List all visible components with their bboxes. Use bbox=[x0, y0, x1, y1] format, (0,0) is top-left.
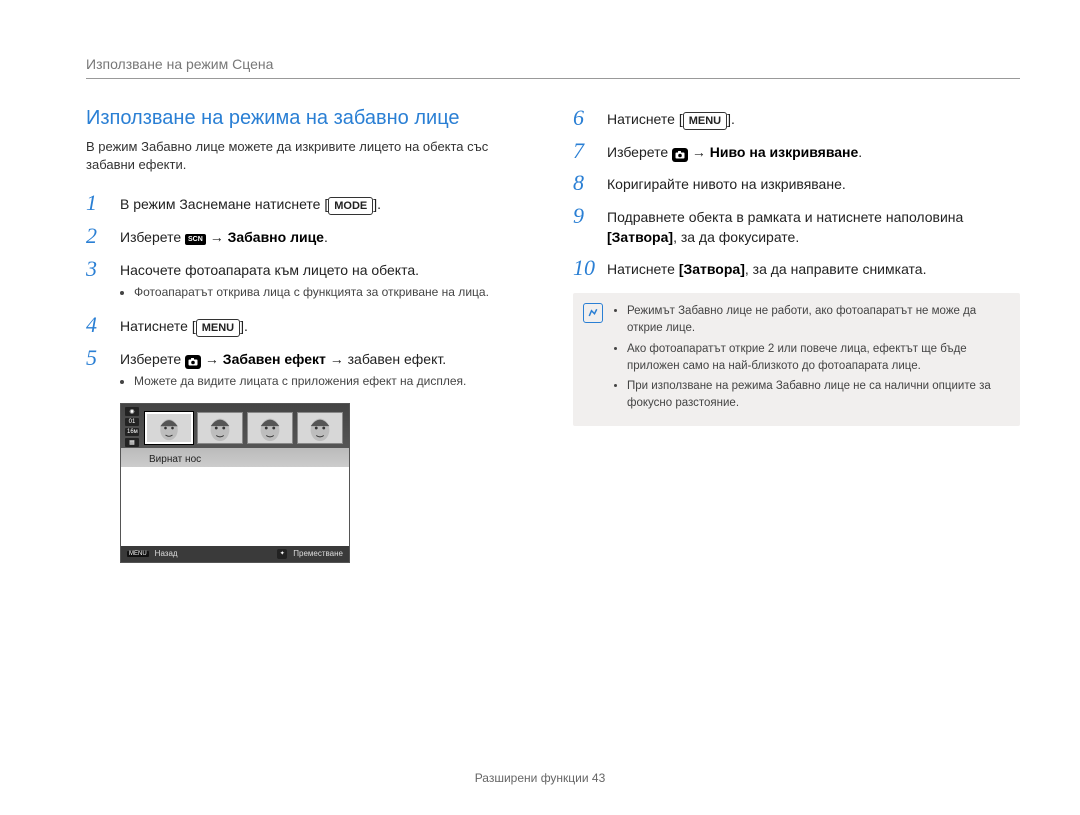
step-1: 1 В режим Заснемане натиснете [MODE]. bbox=[86, 192, 533, 215]
step-text: Натиснете [MENU]. bbox=[120, 314, 533, 337]
step-10: 10 Натиснете [Затвора], за да направите … bbox=[573, 257, 1020, 279]
lcd-bottom-bar: MENU Назад Преместване bbox=[121, 546, 349, 562]
note-item: Режимът Забавно лице не работи, ако фото… bbox=[627, 303, 1006, 336]
step-bullets: Фотоапаратът открива лица с функцията за… bbox=[120, 284, 533, 301]
step-text: Коригирайте нивото на изкривяване. bbox=[607, 172, 1020, 194]
step-4: 4 Натиснете [MENU]. bbox=[86, 314, 533, 337]
effect-thumbs bbox=[145, 412, 343, 444]
info-icon bbox=[583, 303, 603, 323]
step-text: Натиснете [MENU]. bbox=[607, 107, 1020, 130]
menu-button: MENU bbox=[683, 112, 727, 130]
step-number: 7 bbox=[573, 140, 595, 162]
left-column: Използване на режима на забавно лице В р… bbox=[86, 107, 533, 563]
step-text: Натиснете [Затвора], за да направите сни… bbox=[607, 257, 1020, 279]
step-text: Подравнете обекта в рамката и натиснете … bbox=[607, 205, 1020, 248]
step-5: 5 Изберете → Забавен ефект → забавен ефе… bbox=[86, 347, 533, 393]
nav-icon bbox=[277, 549, 287, 559]
step-9: 9 Подравнете обекта в рамката и натиснет… bbox=[573, 205, 1020, 248]
step-text: Изберете SCN → Забавно лице. bbox=[120, 225, 533, 247]
note-list: Режимът Забавно лице не работи, ако фото… bbox=[613, 303, 1006, 415]
thumb-4 bbox=[297, 412, 343, 444]
note-item: Ако фотоапаратът открие 2 или повече лиц… bbox=[627, 341, 1006, 374]
step-text: Насочете фотоапарата към лицето на обект… bbox=[120, 258, 533, 304]
section-title: Използване на режима на забавно лице bbox=[86, 107, 533, 130]
left-steps: 1 В режим Заснемане натиснете [MODE]. 2 … bbox=[86, 192, 533, 392]
step-text: Изберете → Забавен ефект → забавен ефект… bbox=[120, 347, 533, 393]
step-number: 3 bbox=[86, 258, 108, 280]
right-column: 6 Натиснете [MENU]. 7 Изберете → Ниво на… bbox=[573, 107, 1020, 563]
step-number: 1 bbox=[86, 192, 108, 214]
lcd-move-label: Преместване bbox=[293, 549, 343, 558]
step-number: 10 bbox=[573, 257, 595, 279]
scn-icon: SCN bbox=[185, 234, 206, 245]
note-box: Режимът Забавно лице не работи, ако фото… bbox=[573, 293, 1020, 425]
lcd-side-icons: ◉ 01 16м ▦ bbox=[125, 407, 139, 447]
step-text: В режим Заснемане натиснете [MODE]. bbox=[120, 192, 533, 215]
step-number: 4 bbox=[86, 314, 108, 336]
mode-button: MODE bbox=[328, 197, 373, 215]
lcd-back-key: MENU bbox=[127, 551, 149, 557]
step-6: 6 Натиснете [MENU]. bbox=[573, 107, 1020, 130]
menu-button: MENU bbox=[196, 319, 240, 337]
thumb-2 bbox=[197, 412, 243, 444]
step-8: 8 Коригирайте нивото на изкривяване. bbox=[573, 172, 1020, 194]
step-bullets: Можете да видите лицата с приложения ефе… bbox=[120, 373, 533, 390]
thumb-3 bbox=[247, 412, 293, 444]
content-columns: Използване на режима на забавно лице В р… bbox=[86, 107, 1020, 563]
camera-icon bbox=[672, 148, 688, 162]
step-2: 2 Изберете SCN → Забавно лице. bbox=[86, 225, 533, 247]
step-7: 7 Изберете → Ниво на изкривяване. bbox=[573, 140, 1020, 162]
step-number: 6 bbox=[573, 107, 595, 129]
step-number: 2 bbox=[86, 225, 108, 247]
camera-icon bbox=[185, 355, 201, 369]
lcd-preview: ◉ 01 16м ▦ Вирнат нос MENU Назад Премест… bbox=[120, 403, 350, 563]
breadcrumb: Използване на режим Сцена bbox=[86, 56, 1020, 79]
step-number: 8 bbox=[573, 172, 595, 194]
section-intro: В режим Забавно лице можете да изкривите… bbox=[86, 138, 533, 174]
page-footer: Разширени функции 43 bbox=[0, 771, 1080, 785]
step-number: 5 bbox=[86, 347, 108, 369]
lcd-back-label: Назад bbox=[155, 549, 178, 558]
right-steps: 6 Натиснете [MENU]. 7 Изберете → Ниво на… bbox=[573, 107, 1020, 279]
step-number: 9 bbox=[573, 205, 595, 227]
step-3: 3 Насочете фотоапарата към лицето на обе… bbox=[86, 258, 533, 304]
footer-text: Разширени функции 43 bbox=[475, 771, 606, 785]
lcd-effect-label: Вирнат нос bbox=[149, 454, 201, 465]
thumb-1 bbox=[145, 412, 193, 444]
step-text: Изберете → Ниво на изкривяване. bbox=[607, 140, 1020, 162]
breadcrumb-text: Използване на режим Сцена bbox=[86, 56, 273, 72]
note-item: При използване на режима Забавно лице не… bbox=[627, 378, 1006, 411]
